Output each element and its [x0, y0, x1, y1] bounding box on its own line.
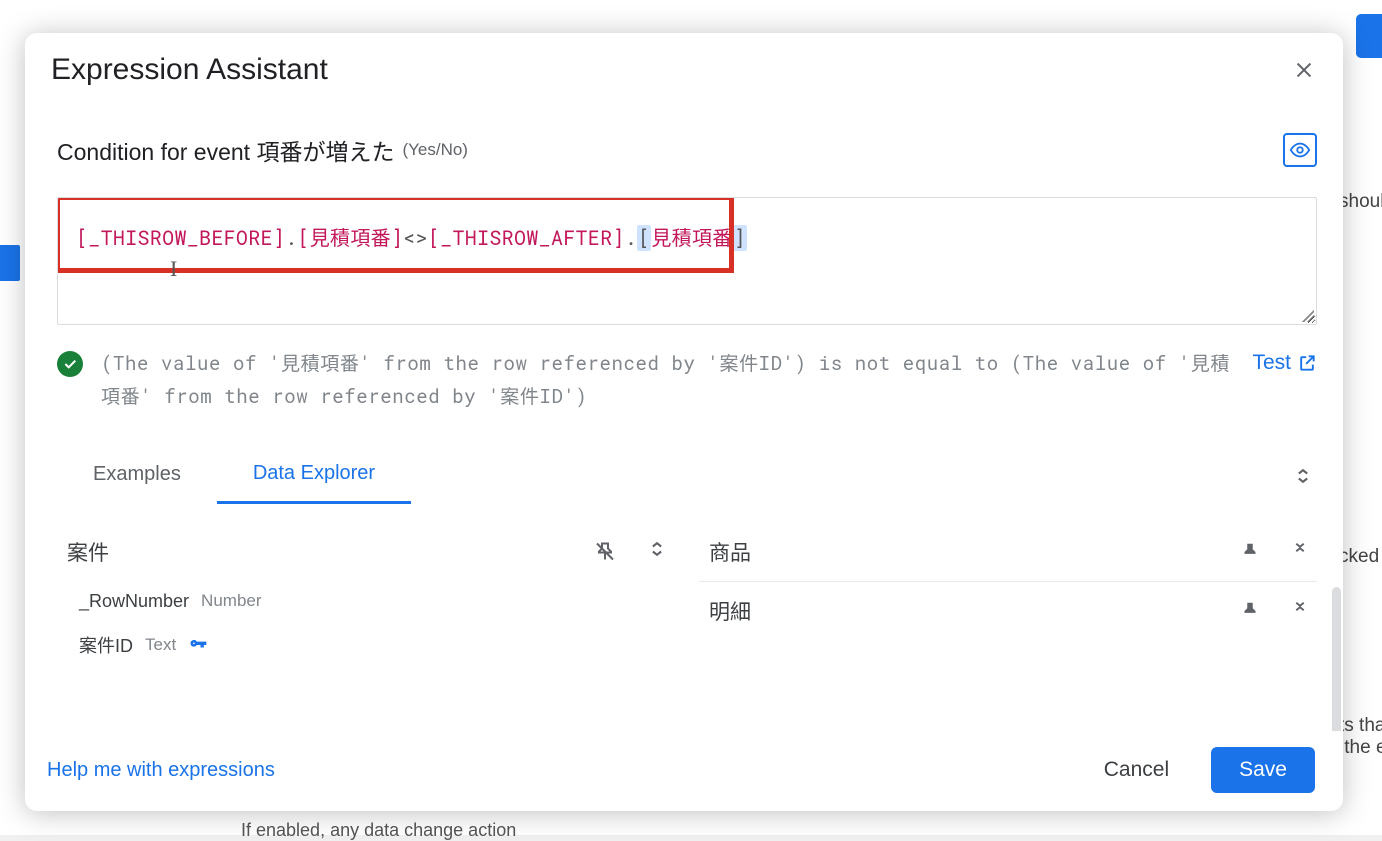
expand-table-button[interactable]: [1291, 540, 1309, 564]
preview-toggle[interactable]: [1283, 133, 1317, 167]
tab-data-explorer[interactable]: Data Explorer: [217, 448, 411, 504]
condition-row: Condition for event 項番が増えた (Yes/No): [57, 133, 1317, 167]
save-button[interactable]: Save: [1211, 747, 1315, 793]
expr-selection-open: [: [637, 225, 651, 251]
column-row[interactable]: 案件ID Text: [57, 622, 675, 668]
table-row-actions: [1239, 540, 1309, 564]
expand-icon: [1291, 599, 1309, 617]
unpin-button[interactable]: [593, 539, 617, 564]
validation-status-ok: [57, 351, 83, 377]
cancel-button[interactable]: Cancel: [1080, 748, 1193, 792]
scrollbar-thumb[interactable]: [1332, 587, 1341, 731]
tab-examples[interactable]: Examples: [57, 449, 217, 502]
validation-message: (The value of '見積項番' from the row refere…: [101, 347, 1234, 414]
table-row-anken[interactable]: 案件: [57, 523, 675, 581]
tab-bar: Examples Data Explorer: [57, 448, 1317, 505]
validation-row: (The value of '見積項番' from the row refere…: [57, 347, 1317, 414]
pin-button[interactable]: [1239, 540, 1261, 564]
modal-title: Expression Assistant: [51, 53, 328, 87]
pin-icon: [1239, 540, 1261, 564]
expr-token: 見積項番: [651, 225, 732, 251]
explorer-right-column: 商品 明細: [699, 523, 1317, 668]
column-name: _RowNumber: [79, 591, 189, 612]
collapse-all-button[interactable]: [1293, 466, 1313, 486]
modal-backdrop: Expression Assistant Condition for event…: [0, 0, 1382, 835]
condition-type: (Yes/No): [402, 140, 468, 160]
eye-icon: [1289, 139, 1311, 161]
text-cursor-icon: I: [170, 256, 178, 282]
table-row-actions: [1239, 599, 1309, 623]
key-icon: [188, 635, 208, 655]
expression-assistant-dialog: Expression Assistant Condition for event…: [25, 33, 1343, 811]
column-row[interactable]: _RowNumber Number: [57, 581, 675, 622]
test-button[interactable]: Test: [1252, 351, 1317, 375]
pin-off-icon: [593, 539, 617, 564]
test-label: Test: [1252, 351, 1291, 375]
checkmark-icon: [62, 356, 78, 372]
table-name: 明細: [709, 596, 1225, 626]
expr-token: [見積項番]: [297, 225, 403, 251]
expr-token: [_THISROW_BEFORE]: [76, 225, 285, 251]
table-name: 案件: [67, 537, 579, 567]
modal-header: Expression Assistant: [25, 33, 1343, 87]
table-row-actions: [593, 539, 667, 564]
collapse-icon: [647, 539, 667, 559]
expression-editor[interactable]: [_THISROW_BEFORE].[見積項番]<>[_THISROW_AFTE…: [57, 197, 1317, 325]
collapse-table-button[interactable]: [647, 539, 667, 564]
expr-token: .: [285, 225, 297, 251]
condition-label: Condition for event 項番が増えた: [57, 133, 394, 167]
pin-icon: [1239, 599, 1261, 623]
expr-selection-close: ]: [733, 225, 747, 251]
expr-token: .: [625, 225, 637, 251]
close-icon: [1293, 59, 1315, 81]
table-name: 商品: [709, 537, 1225, 567]
column-name: 案件ID: [79, 632, 133, 658]
data-explorer: 案件 _RowNumber Number: [57, 523, 1317, 668]
open-external-icon: [1297, 353, 1317, 373]
help-link[interactable]: Help me with expressions: [47, 759, 275, 782]
pin-button[interactable]: [1239, 599, 1261, 623]
expr-token: <>: [403, 225, 428, 251]
expr-token: [_THISROW_AFTER]: [428, 225, 625, 251]
column-type: Number: [201, 591, 261, 611]
close-button[interactable]: [1287, 53, 1321, 87]
table-row-shohin[interactable]: 商品: [699, 523, 1317, 581]
explorer-left-column: 案件 _RowNumber Number: [57, 523, 675, 668]
expand-table-button[interactable]: [1291, 599, 1309, 623]
column-type: Text: [145, 635, 176, 655]
expand-icon: [1291, 540, 1309, 558]
collapse-all-icon: [1293, 466, 1313, 486]
modal-body: Condition for event 項番が増えた (Yes/No) [_TH…: [25, 87, 1343, 731]
table-row-meisai[interactable]: 明細: [699, 581, 1317, 640]
modal-footer: Help me with expressions Cancel Save: [25, 731, 1343, 811]
